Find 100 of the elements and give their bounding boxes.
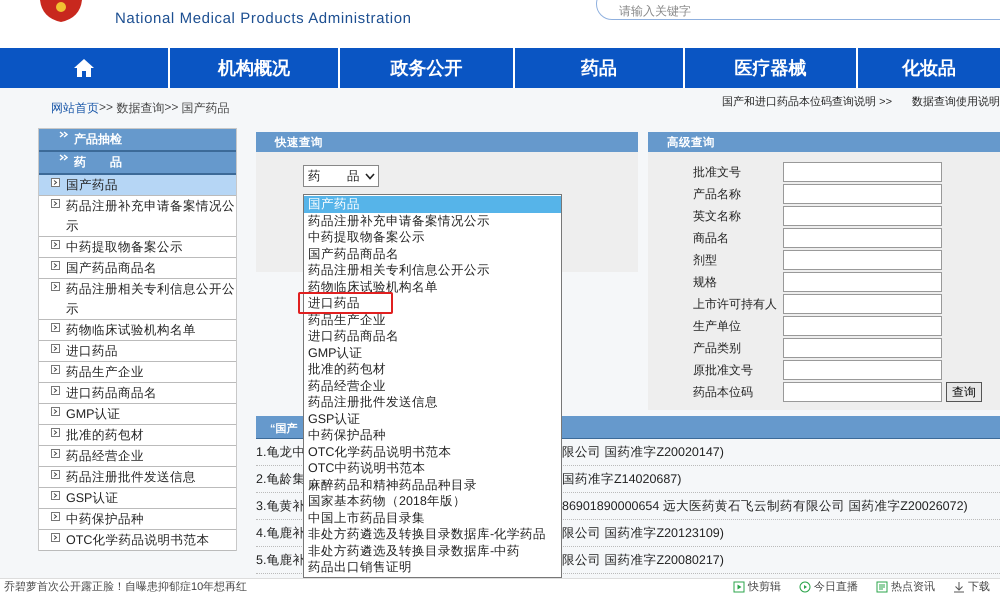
sidebar-item-label: 进口药品: [66, 343, 118, 360]
site-subtitle: National Medical Products Administration: [115, 10, 412, 27]
sidebar-item[interactable]: GMP认证: [39, 404, 236, 425]
search-field[interactable]: 请输入关键字: [596, 0, 1000, 20]
query-button[interactable]: 查询: [946, 382, 982, 402]
expand-icon: [51, 533, 60, 542]
expand-icon: [51, 344, 60, 353]
breadcrumb-text: 数据查询: [116, 100, 164, 117]
panel-header: 高级查询: [648, 132, 1000, 152]
expand-icon: [51, 323, 60, 332]
expand-icon: [51, 199, 60, 208]
field-label: 生产单位: [693, 318, 742, 334]
input-field[interactable]: [783, 162, 942, 182]
sidebar-item-label: 国产药品: [66, 177, 118, 194]
field-label: 药品本位码: [693, 384, 754, 400]
news-ticker[interactable]: 乔碧萝首次公开露正脸！自曝患抑郁症10年想再红: [4, 579, 248, 594]
help-link[interactable]: 国产和进口药品本位码查询说明 >>: [722, 94, 892, 109]
section-title: 药 品: [74, 154, 122, 171]
sidebar-item[interactable]: 药品注册补充申请备案情况公示: [39, 196, 236, 237]
field-label: 英文名称: [693, 208, 742, 224]
sidebar-item-label: 进口药品商品名: [66, 385, 157, 402]
field-label: 上市许可持有人: [693, 296, 778, 312]
field-label: 商品名: [693, 230, 730, 246]
breadcrumb-separator: >>: [164, 100, 180, 114]
field-label: 批准文号: [693, 164, 742, 180]
expand-icon: [51, 449, 60, 458]
sidebar-item-label: 批准的药包材: [66, 427, 144, 444]
result-text[interactable]: 限公司 国药准字Z20020147): [562, 444, 724, 458]
input-field[interactable]: [783, 382, 942, 402]
nav-link[interactable]: 化妆品: [902, 56, 956, 80]
double-chevron-icon: [59, 154, 68, 161]
sidebar-item[interactable]: 药物临床试验机构名单: [39, 320, 236, 341]
sidebar-item[interactable]: GSP认证: [39, 488, 236, 509]
sidebar-item-label: 中药保护品种: [66, 511, 144, 528]
sidebar-item[interactable]: 国产药品: [39, 175, 236, 196]
sidebar-item[interactable]: 药品生产企业: [39, 362, 236, 383]
play-icon: [733, 580, 745, 592]
result-text[interactable]: 限公司 国药准字Z20080217): [562, 552, 724, 566]
chevron-down-icon: [365, 172, 375, 180]
sidebar-item[interactable]: 药品经营企业: [39, 446, 236, 467]
status-bar-item[interactable]: 热点资讯: [891, 579, 935, 594]
sidebar-item-label: OTC化学药品说明书范本: [66, 532, 210, 549]
nav-link[interactable]: 机构概况: [218, 56, 290, 80]
panel-header: 快速查询: [256, 132, 638, 152]
sidebar-item-label: 药品生产企业: [66, 364, 144, 381]
breadcrumb-text: 国产药品: [182, 100, 230, 117]
expand-icon: [51, 282, 60, 291]
section-title: 产品抽检: [74, 131, 122, 148]
emblem-icon: [38, 0, 84, 22]
input-field[interactable]: [783, 228, 942, 248]
result-text[interactable]: 国药准字Z14020687): [562, 472, 682, 486]
status-bar-item[interactable]: 下载: [968, 579, 990, 594]
expand-icon: [51, 491, 60, 500]
sidebar-item[interactable]: OTC化学药品说明书范本: [39, 530, 236, 551]
sidebar-item[interactable]: 进口药品商品名: [39, 383, 236, 404]
input-field[interactable]: [783, 360, 942, 380]
sidebar-item[interactable]: 国产药品商品名: [39, 258, 236, 279]
status-bar-item[interactable]: 今日直播: [814, 579, 858, 594]
input-field[interactable]: [783, 316, 942, 336]
sidebar-item[interactable]: 药品注册批件发送信息: [39, 467, 236, 488]
input-field[interactable]: [783, 338, 942, 358]
nav-link[interactable]: 医疗器械: [734, 56, 806, 80]
expand-icon: [51, 470, 60, 479]
dropdown-option[interactable]: 药品注册补充申请备案情况公示: [304, 212, 561, 229]
double-chevron-icon: [59, 131, 68, 138]
sidebar-item-label: 中药提取物备案公示: [66, 239, 183, 256]
input-field[interactable]: [783, 272, 942, 292]
expand-icon: [51, 178, 60, 187]
sidebar-item-label: GSP认证: [66, 490, 118, 507]
sidebar-item-label: 药物临床试验机构名单: [66, 322, 196, 339]
home-icon[interactable]: [73, 58, 95, 78]
expand-icon: [51, 261, 60, 270]
input-field[interactable]: [783, 206, 942, 226]
input-field[interactable]: [783, 184, 942, 204]
expand-icon: [51, 386, 60, 395]
expand-icon: [51, 512, 60, 521]
play-circle-icon: [799, 580, 811, 592]
sidebar-item-label: 药品注册相关专利信息公开公示: [66, 281, 236, 318]
help-link[interactable]: 数据查询使用说明: [912, 94, 1000, 109]
breadcrumb-separator: >>: [99, 100, 114, 114]
field-label: 产品名称: [693, 186, 742, 202]
input-field[interactable]: [783, 250, 942, 270]
result-text[interactable]: 2.龟龄集: [256, 472, 306, 486]
nav-link[interactable]: 政务公开: [390, 56, 462, 80]
sidebar-item[interactable]: 中药提取物备案公示: [39, 237, 236, 258]
nav-link[interactable]: 药品: [581, 56, 617, 80]
input-field[interactable]: [783, 294, 942, 314]
sidebar-item[interactable]: 中药保护品种: [39, 509, 236, 530]
sidebar-item[interactable]: 进口药品: [39, 341, 236, 362]
result-text[interactable]: 限公司 国药准字Z20123109): [562, 526, 724, 540]
expand-icon: [51, 428, 60, 437]
news-icon: [876, 580, 888, 592]
status-bar-item[interactable]: 快剪辑: [748, 579, 781, 594]
sidebar-item[interactable]: 药品注册相关专利信息公开公示: [39, 279, 236, 320]
breadcrumb-link[interactable]: 网站首页: [51, 100, 99, 117]
result-text[interactable]: 86901890000654 远大医药黄石飞云制药有限公司 国药准字Z20026072): [562, 498, 968, 512]
category-select[interactable]: 药 品: [303, 165, 379, 187]
expand-icon: [51, 365, 60, 374]
sidebar-item[interactable]: 批准的药包材: [39, 425, 236, 446]
download-icon: [953, 580, 965, 592]
